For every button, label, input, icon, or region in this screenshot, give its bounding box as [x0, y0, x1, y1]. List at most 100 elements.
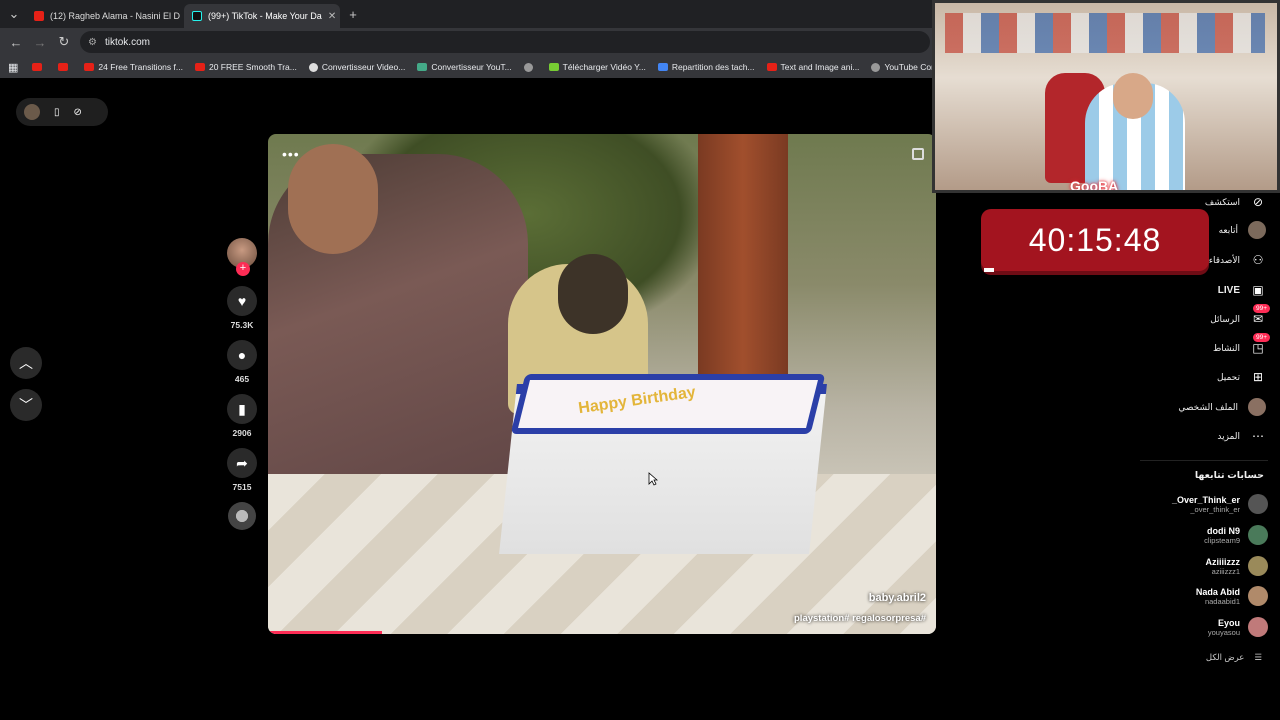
webcam-overlay: GooBA — [932, 0, 1280, 193]
bookmark-item[interactable]: Télécharger Vidéo Y... — [548, 62, 646, 72]
follow-plus-icon[interactable]: + — [236, 262, 250, 276]
save-button[interactable]: ▮ — [227, 394, 257, 424]
forward-icon[interactable]: → — [28, 30, 52, 54]
youtube-icon — [58, 63, 69, 71]
upload-icon: ⊞ — [1252, 370, 1264, 384]
sidebar-item-live[interactable]: LIVE ▣ — [1218, 282, 1266, 298]
more-icon: ⋯ — [1252, 429, 1264, 443]
action-bar: + ♥ 75.3K ● 465 ▮ 2906 ➦ 7515 — [225, 238, 259, 530]
bookmark-item[interactable]: Convertisseur Video... — [308, 62, 405, 72]
streamer-logo: GooBA — [1070, 178, 1119, 193]
live-icon: ▣ — [1252, 283, 1264, 297]
messages-icon: ✉ 99+ — [1250, 304, 1270, 327]
video-caption[interactable]: playstation# regalosorpresa# — [794, 613, 926, 624]
timer-progress — [984, 268, 994, 272]
activity-icon: ◳ 99+ — [1250, 333, 1270, 356]
bookmark-item[interactable]: 24 Free Transitions f... — [84, 62, 183, 72]
browser-tab-youtube[interactable]: (12) Ragheb Alama - Nasini El D ✕ — [26, 4, 182, 28]
bookmark-item[interactable]: Repartition des tach... — [657, 62, 755, 72]
back-icon[interactable]: ← — [4, 30, 28, 54]
docs-icon — [657, 63, 668, 71]
video-scene-boy-head — [558, 254, 628, 334]
tiktok-icon — [192, 11, 202, 21]
avatar[interactable] — [24, 104, 40, 120]
converter-icon — [417, 63, 428, 71]
sidebar-item-activity[interactable]: النشاط ◳ 99+ — [1213, 333, 1270, 356]
globe-icon — [523, 62, 533, 72]
sidebar-item-following[interactable]: أتابعه — [1219, 221, 1266, 239]
compass-icon: ⊘ — [1252, 195, 1264, 209]
close-icon[interactable]: ✕ — [180, 11, 182, 22]
youtube-icon — [34, 11, 44, 21]
video-progress-bar[interactable] — [268, 631, 382, 634]
phone-icon[interactable]: ▯ — [54, 107, 60, 118]
url-text: tiktok.com — [104, 36, 150, 48]
more-options-icon[interactable]: ••• — [282, 146, 300, 162]
webcam-flags — [945, 13, 1265, 53]
bookmark-item[interactable]: Text and Image ani... — [766, 62, 859, 72]
site-info-icon[interactable]: ⚙ — [88, 37, 97, 48]
video-scene-pillar — [698, 134, 788, 394]
avatar — [1248, 398, 1266, 416]
sidebar-item-friends[interactable]: الأصدقاء ⚇ — [1209, 252, 1266, 268]
followed-account[interactable]: Nada Abid nadaabid1 — [1196, 586, 1268, 606]
video-scene-man-head — [288, 144, 378, 254]
tab-title: (12) Ragheb Alama - Nasini El D — [50, 11, 181, 21]
sidebar-item-profile[interactable]: الملف الشخصي — [1178, 398, 1266, 416]
device-toggle[interactable]: ▯ ⊘ — [16, 98, 108, 126]
video-author[interactable]: baby.abril2 — [869, 592, 926, 604]
browser-tab-tiktok[interactable]: (99+) TikTok - Make Your Da ✕ — [184, 4, 340, 28]
sidebar-item-more[interactable]: المزيد ⋯ — [1217, 428, 1266, 444]
followed-account[interactable]: Aziiiizzz aziiizzz1 — [1205, 556, 1268, 576]
previous-video-button[interactable]: ︿ — [10, 347, 42, 379]
bookmark-item[interactable]: 20 FREE Smooth Tra... — [194, 62, 297, 72]
stream-timer: 40:15:48 — [981, 209, 1209, 271]
tab-search-icon[interactable]: ⌄ — [2, 2, 26, 26]
share-icon: ➦ — [236, 454, 248, 471]
followed-account[interactable]: _Over_Think_er _over_think_er — [1172, 494, 1268, 514]
reload-icon[interactable]: ↻ — [52, 30, 76, 54]
url-field[interactable]: ⚙ tiktok.com — [80, 31, 930, 53]
sidebar-item-upload[interactable]: تحميل ⊞ — [1217, 369, 1266, 385]
comment-count: 465 — [234, 374, 250, 384]
share-button[interactable]: ➦ — [227, 448, 257, 478]
bookmark-icon: ▮ — [238, 400, 246, 417]
new-tab-button[interactable]: + — [341, 2, 365, 26]
sidebar-item-messages[interactable]: الرسائل ✉ 99+ — [1210, 304, 1270, 327]
following-accounts-title: حسابات تتابعها — [1194, 470, 1264, 481]
save-count: 2906 — [232, 428, 252, 438]
creator-avatar[interactable]: + — [227, 238, 257, 276]
google-icon — [308, 62, 318, 72]
close-icon[interactable]: ✕ — [322, 11, 336, 22]
explore-icon[interactable]: ⊘ — [74, 107, 82, 118]
followed-account[interactable]: Eyou youyasou — [1208, 617, 1268, 637]
comment-icon: ● — [237, 347, 247, 363]
followed-account[interactable]: dodi N9 clipsteam9 — [1204, 525, 1268, 545]
youtube-icon — [194, 63, 205, 71]
apps-icon[interactable]: ▦ — [8, 61, 18, 74]
video-player[interactable]: Happy Birthday ••• baby.abril2 playstati… — [268, 134, 936, 634]
bookmark-item[interactable] — [523, 62, 537, 72]
webcam-face — [1113, 73, 1153, 119]
avatar — [1248, 556, 1268, 576]
bookmark-item[interactable] — [32, 63, 46, 71]
download-icon — [548, 63, 559, 71]
youtube-icon — [766, 63, 777, 71]
bookmark-item[interactable]: Convertisseur YouT... — [417, 62, 512, 72]
see-all-link[interactable]: عرض الكل ☰ — [1206, 652, 1262, 663]
music-disc-icon[interactable] — [228, 502, 256, 530]
avatar — [1248, 617, 1268, 637]
like-button[interactable]: ♥ — [227, 286, 257, 316]
mouse-cursor-icon — [648, 472, 658, 486]
divider — [1140, 460, 1268, 461]
friends-icon: ⚇ — [1252, 253, 1264, 267]
comment-button[interactable]: ● — [227, 340, 257, 370]
avatar — [1248, 221, 1266, 239]
like-count: 75.3K — [230, 320, 254, 330]
list-icon: ☰ — [1254, 652, 1262, 662]
bookmark-item[interactable] — [58, 63, 72, 71]
activity-badge: 99+ — [1252, 333, 1270, 342]
sidebar-item-explore[interactable]: استكشف ⊘ — [1205, 194, 1266, 210]
volume-icon[interactable] — [912, 148, 924, 160]
next-video-button[interactable]: ﹀ — [10, 389, 42, 421]
